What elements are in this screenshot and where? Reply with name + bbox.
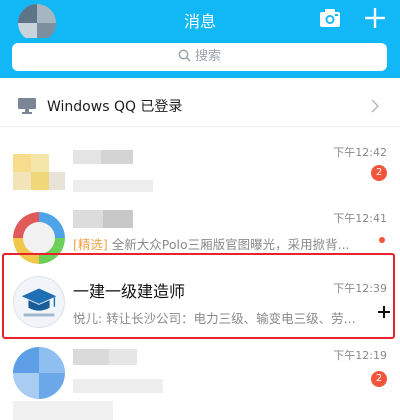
message-time: 下午12:19 [333, 349, 387, 362]
name-blurred [73, 150, 101, 164]
unread-badge: 2 [371, 371, 387, 387]
unread-badge: 2 [371, 165, 387, 181]
message-preview: [精选] 全新大众Polo三厢版官图曝光，采用掀背... [73, 234, 358, 253]
camera-icon[interactable] [319, 8, 341, 28]
highlight-box [2, 253, 395, 339]
message-time: 下午12:41 [333, 212, 387, 225]
search-bar: 搜索 [0, 38, 400, 78]
message-time: 下午12:42 [333, 146, 387, 159]
monitor-icon [18, 98, 36, 114]
name-blurred [73, 210, 103, 228]
search-placeholder: 搜索 [194, 49, 221, 64]
name-blurred [109, 349, 137, 365]
preview-blurred [73, 180, 153, 192]
featured-tag: [精选] [73, 237, 108, 252]
windows-qq-label: Windows QQ 已登录 [47, 99, 183, 115]
name-blurred [101, 150, 133, 164]
plus-icon[interactable] [364, 7, 386, 29]
name-blurred [73, 349, 109, 365]
search-input[interactable]: 搜索 [12, 43, 387, 71]
preview-blurred [73, 379, 163, 393]
avatar [13, 146, 65, 198]
unread-dot [379, 237, 385, 243]
avatar [13, 347, 65, 399]
preview-text: 全新大众Polo三厢版官图曝光，采用掀背... [107, 237, 350, 252]
conversation-row[interactable]: 下午12:19 2 [0, 341, 400, 420]
row-bottom-blur [13, 401, 113, 420]
top-bar: 消息 [0, 0, 400, 42]
name-blurred [103, 210, 133, 228]
windows-qq-login-bar[interactable]: Windows QQ 已登录 [0, 86, 400, 127]
chevron-right-icon [371, 99, 379, 113]
search-icon [178, 49, 191, 62]
conversation-row[interactable]: 下午12:42 2 [0, 138, 400, 204]
